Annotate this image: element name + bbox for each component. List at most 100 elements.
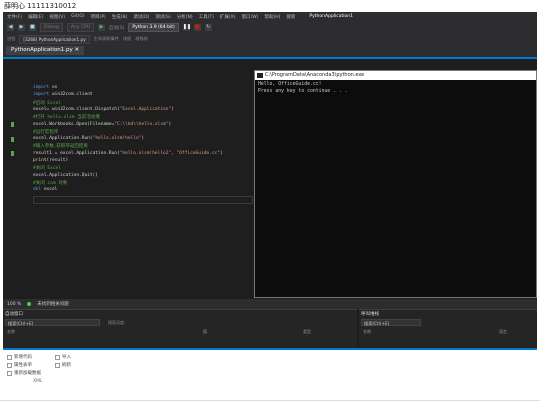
menu-debug[interactable]: 调试(D) — [133, 14, 149, 20]
code-function: print — [33, 158, 47, 163]
restart-icon[interactable]: ↻ — [204, 24, 212, 31]
tab-title: PythonApplication1.py — [11, 47, 73, 53]
code-text: excel.Application.Run( — [33, 136, 93, 142]
editor-status-row: 100 % 未找到相关问题 — [3, 299, 537, 309]
toolbar: ◀ ▶ ■ Debug Any CPU ▶ 启动(S) Python 3.9 (… — [3, 21, 537, 34]
change-marker — [11, 151, 14, 157]
menu-analyze[interactable]: 分析(N) — [177, 14, 193, 20]
code-line: #关闭 Excel — [33, 165, 61, 171]
menu-edit[interactable]: 编辑(E) — [28, 14, 43, 20]
code-string: "hello.xlsm!hello" — [92, 136, 142, 142]
code-comment: #启动 Excel — [33, 100, 61, 106]
code-line: import os — [33, 85, 57, 90]
search-depth-label: 搜索深度: — [108, 320, 126, 325]
debug-location-bar: 进程 [3268] PythonApplication1.py 生命周期事件 线… — [3, 34, 537, 44]
code-string: "hello.xlsm!hello2", "OfficeGuide.cc" — [119, 150, 220, 156]
code-line: excel.Application.Run("hello.xlsm!hello"… — [33, 136, 144, 141]
search-input[interactable]: 搜索(Ctrl+E) — [5, 319, 100, 326]
menu-view[interactable]: 视图(V) — [49, 14, 65, 20]
console-title: C:\ProgramData\Anaconda3\python.exe — [265, 72, 365, 78]
ribbon-item[interactable]: 属性表单 — [7, 362, 32, 368]
reload-icon — [7, 370, 12, 376]
code-text: (result) — [46, 158, 69, 163]
config-select[interactable]: Debug — [40, 23, 63, 32]
code-line: #关闭 com 对象 — [33, 180, 67, 186]
zoom-level[interactable]: 100 % — [7, 302, 21, 307]
col-value: 值 — [203, 329, 207, 334]
col-name: 名称 — [7, 329, 15, 334]
code-line: #打开 hello.xlsm 当前活动簿 — [33, 114, 100, 120]
code-keyword: import — [33, 92, 50, 98]
menu-file[interactable]: 文件(F) — [7, 14, 22, 20]
code-line: excel= win32com.client.Dispatch("Excel.A… — [33, 107, 174, 112]
forward-icon[interactable]: ▶ — [18, 24, 25, 31]
ribbon-item[interactable]: 刷新 — [55, 362, 71, 368]
refresh-icon — [55, 362, 60, 368]
menu-window[interactable]: 窗口(W) — [242, 14, 259, 20]
code-text: ) — [219, 150, 223, 156]
issues-status[interactable]: 未找到相关问题 — [37, 301, 69, 307]
back-icon[interactable]: ◀ — [7, 24, 14, 31]
menu-help[interactable]: 帮助(H) — [265, 14, 281, 20]
code-string: "Excel.Application" — [119, 106, 172, 112]
code-text: excel= win32com.client.Dispatch( — [33, 106, 120, 112]
code-text: ) — [168, 121, 172, 127]
code-line: excel.Workbooks.Open(Filename="C:\\kd\\h… — [33, 122, 171, 127]
app-name: PythonApplication1 — [309, 14, 354, 19]
console-output-line: Hello, OfficeGuide.cc! — [258, 82, 322, 87]
excel-ribbon-fragment: 新增代码 导入 属性表单 刷新 重新加载数据 XML — [3, 352, 143, 388]
menu-project[interactable]: 项目(P) — [91, 14, 106, 20]
code-line: del excel — [33, 187, 57, 192]
console-window[interactable]: C:\ProgramData\Anaconda3\python.exe Hell… — [254, 70, 537, 298]
panel-title: 自动窗口 — [5, 312, 23, 317]
code-line: excel.Application.Quit() — [33, 173, 98, 178]
close-icon[interactable]: ✕ — [75, 47, 80, 53]
menu-tools[interactable]: 工具(T) — [199, 14, 214, 20]
python-env-select[interactable]: Python 3.9 (64-bit) — [128, 23, 179, 32]
code-text: ) — [171, 106, 174, 112]
code-line: import win32com.client — [33, 92, 93, 97]
menu-extensions[interactable]: 扩展(X) — [220, 14, 236, 20]
code-comment: #输入参数,获取带返回结果 — [33, 144, 88, 150]
lifecycle-events[interactable]: 生命周期事件 — [94, 36, 119, 42]
console-output-line: Press any key to continue . . . — [258, 89, 348, 94]
tab-python-file[interactable]: PythonApplication1.py ✕ — [6, 46, 85, 55]
col-language: 语言 — [499, 329, 507, 334]
code-line: #输入参数,获取带返回结果 — [33, 143, 88, 149]
status-bar — [3, 348, 537, 350]
process-select[interactable]: [3268] PythonApplication1.py — [19, 34, 90, 44]
code-text: excel.Application.Quit() — [33, 172, 99, 178]
code-text: os — [49, 85, 58, 90]
code-line: #启动 Excel — [33, 100, 61, 106]
visual-studio-window: 文件(F) 编辑(E) 视图(V) Git(G) 项目(P) 生成(B) 调试(… — [3, 12, 537, 350]
screenshot-caption: 薛明心 11111310012 — [0, 0, 540, 12]
menu-build[interactable]: 生成(B) — [112, 14, 128, 20]
menu-git[interactable]: Git(G) — [71, 14, 85, 19]
change-marker — [11, 136, 14, 142]
code-text: excel — [41, 187, 58, 193]
code-line: #运行宏程序 — [33, 129, 58, 135]
call-stack-panel: 呼叫堆栈 搜索(Ctrl+E) 名称 语言 — [359, 309, 537, 350]
play-icon[interactable]: ▶ — [98, 24, 105, 31]
thread-label: 线程 — [122, 36, 132, 41]
code-icon — [7, 354, 12, 360]
pause-icon[interactable]: ❚❚ — [182, 24, 191, 31]
import-icon — [55, 354, 60, 360]
code-text: result1 = excel.Application.Run( — [33, 150, 120, 156]
menu-test[interactable]: 测试(S) — [155, 14, 170, 20]
platform-select[interactable]: Any CPU — [66, 23, 94, 32]
save-icon[interactable]: ■ — [29, 24, 36, 31]
ribbon-item[interactable]: 导入 — [55, 354, 71, 360]
code-text: excel.Workbooks.Open(Filename= — [33, 121, 115, 127]
menu-search[interactable]: 搜索 — [286, 14, 295, 20]
menu-bar: 文件(F) 编辑(E) 视图(V) Git(G) 项目(P) 生成(B) 调试(… — [3, 12, 537, 21]
stop-icon[interactable]: ■ — [193, 24, 201, 31]
change-marker — [11, 122, 14, 127]
ribbon-item[interactable]: 新增代码 — [7, 354, 32, 360]
run-label[interactable]: 启动(S) — [109, 25, 124, 31]
search-input[interactable]: 搜索(Ctrl+E) — [361, 319, 421, 326]
code-text: win32com.client — [49, 92, 93, 98]
current-line-highlight — [33, 196, 253, 204]
autos-panel: 自动窗口 搜索(Ctrl+E) 搜索深度: 名称 值 类型 — [3, 309, 357, 350]
ribbon-item[interactable]: 重新加载数据 — [7, 370, 41, 376]
